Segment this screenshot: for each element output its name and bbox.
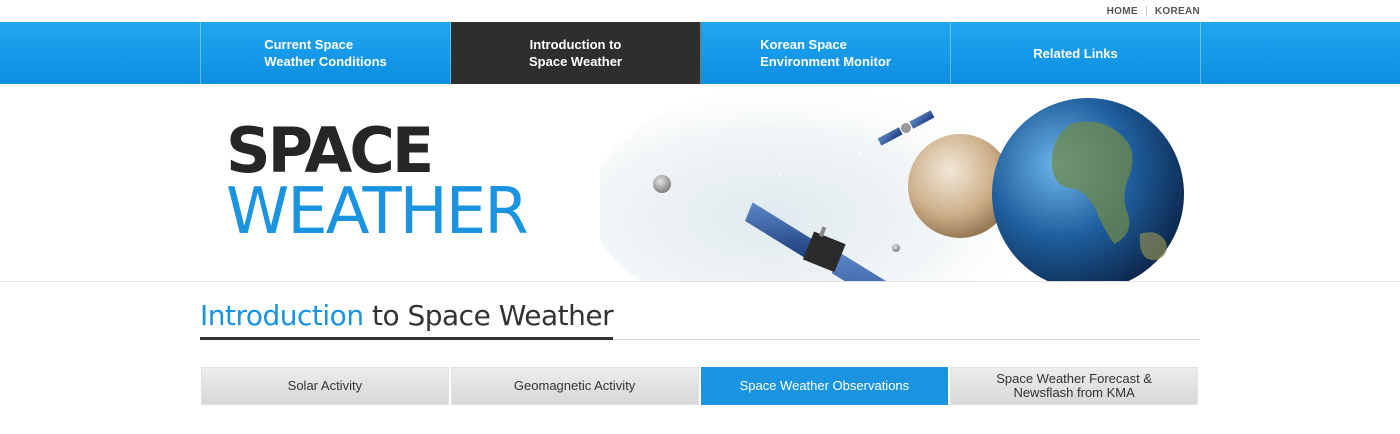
hero-banner: SPACE WEATHER: [0, 84, 1400, 281]
page-title-highlight: Introduction: [200, 299, 364, 332]
home-link[interactable]: HOME: [1099, 6, 1146, 17]
nav-item-label: Introduction to Space Weather: [529, 37, 622, 69]
tab-solar-activity[interactable]: Solar Activity: [201, 367, 449, 405]
nav-item-label: Related Links: [1033, 45, 1118, 61]
logo-line-space: SPACE: [226, 114, 434, 187]
utility-links: HOME KOREAN: [1099, 0, 1200, 22]
logo-line-weather: WEATHER: [226, 175, 529, 249]
nav-item-label: Current Space Weather Conditions: [264, 37, 387, 69]
sub-tabs: Solar Activity Geomagnetic Activity Spac…: [201, 367, 1198, 405]
nav-item-related-links[interactable]: Related Links: [951, 22, 1201, 84]
tab-forecast-newsflash[interactable]: Space Weather Forecast & Newsflash from …: [950, 367, 1198, 405]
main-nav-items: Current Space Weather Conditions Introdu…: [200, 22, 1201, 84]
nav-item-current-conditions[interactable]: Current Space Weather Conditions: [201, 22, 451, 84]
page-title-rest: to Space Weather: [363, 299, 614, 332]
tab-label: Space Weather Forecast & Newsflash from …: [996, 371, 1153, 400]
small-moon: [653, 175, 671, 193]
page-title-bar: Introduction to Space Weather: [200, 298, 1200, 340]
main-nav: Current Space Weather Conditions Introdu…: [0, 22, 1400, 84]
tab-label: Geomagnetic Activity: [513, 378, 636, 393]
site-logo[interactable]: SPACE WEATHER: [226, 114, 529, 249]
tiny-moon: [892, 244, 900, 252]
korean-link[interactable]: KOREAN: [1147, 6, 1200, 17]
nav-item-introduction[interactable]: Introduction to Space Weather: [451, 22, 701, 84]
page-title: Introduction to Space Weather: [200, 298, 614, 340]
tab-label: Solar Activity: [287, 378, 363, 393]
nav-item-korean-monitor[interactable]: Korean Space Environment Monitor: [701, 22, 951, 84]
banner-divider: [0, 281, 1400, 282]
nav-item-label: Korean Space Environment Monitor: [760, 37, 891, 69]
tab-label: Space Weather Observations: [739, 378, 910, 393]
space-illustration: [600, 84, 1184, 281]
tab-geomagnetic-activity[interactable]: Geomagnetic Activity: [450, 367, 699, 405]
tab-space-weather-observations[interactable]: Space Weather Observations: [700, 367, 949, 405]
